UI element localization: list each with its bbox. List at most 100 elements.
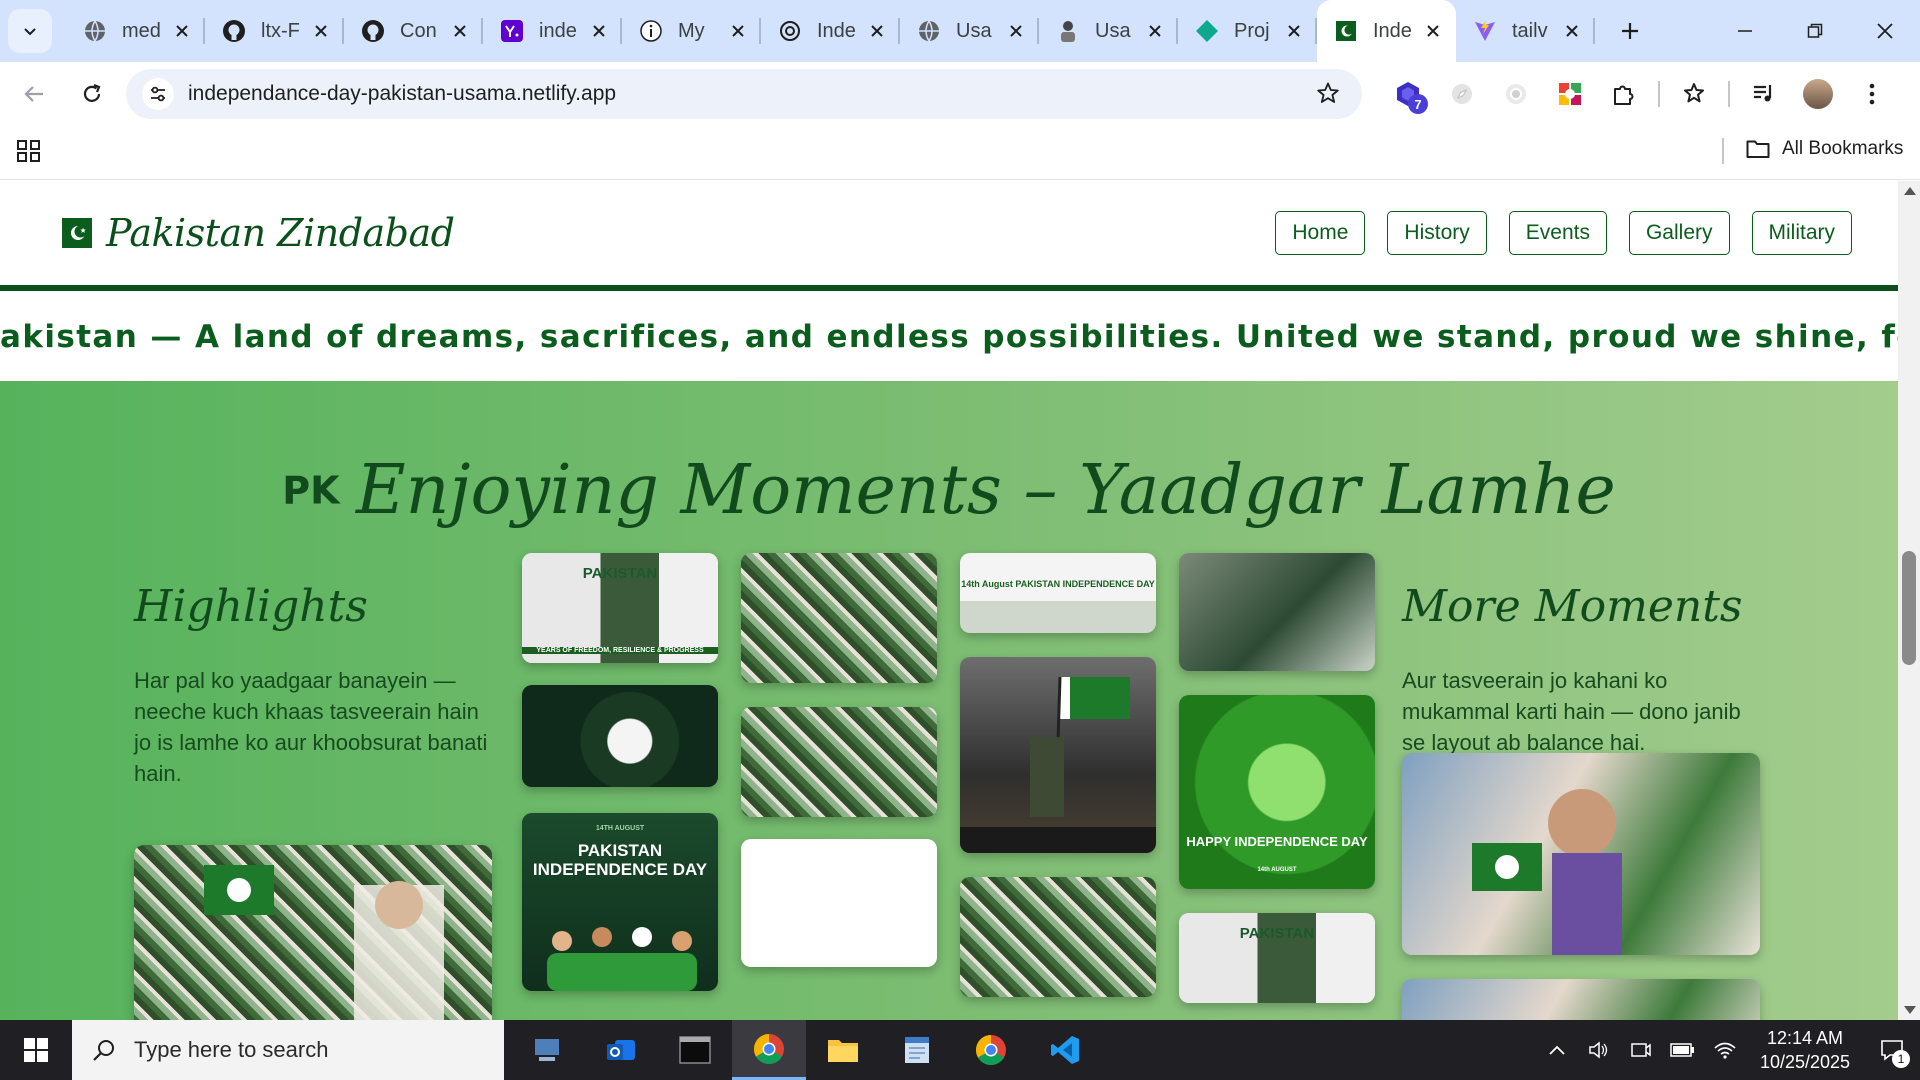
notification-center-button[interactable]: 1 [1864,1020,1920,1080]
apps-button[interactable] [16,138,42,169]
close-tab-icon[interactable] [449,20,471,42]
globe-icon [916,18,942,44]
gallery-photo-crowd-1[interactable] [741,553,937,683]
close-tab-icon[interactable] [310,20,332,42]
nav-history-link[interactable]: History [1387,211,1487,255]
bookmarks-manager-button[interactable] [1670,70,1718,118]
terminal-icon [679,1036,711,1064]
site-brand[interactable]: Pakistan Zindabad [62,211,455,255]
vscode-icon [1051,1036,1079,1064]
more-moments-photo-2[interactable] [1402,979,1760,1020]
people-illustration [547,927,697,991]
photo-caption-happy-independence: HAPPY INDEPENDENCE DAY [1186,834,1368,849]
taskbar-outlook[interactable] [584,1020,658,1080]
gallery-photo-flag[interactable] [522,685,718,787]
scroll-up-arrow[interactable] [1904,187,1916,195]
tab[interactable]: inde [483,0,622,62]
highlights-text: Har pal ko yaadgaar banayein — neeche ku… [134,668,488,786]
restore-button[interactable] [1780,0,1850,62]
scroll-thumb[interactable] [1902,551,1916,665]
extension-camera[interactable] [1492,70,1540,118]
url-text[interactable]: independance-day-pakistan-usama.netlify.… [188,82,616,106]
page-scrollbar[interactable] [1898,181,1920,1020]
tab[interactable]: Proj [1178,0,1317,62]
back-button[interactable] [10,70,58,118]
all-bookmarks-button[interactable]: All Bookmarks [1746,138,1903,160]
tray-overflow-button[interactable] [1536,1020,1578,1080]
gallery-photo-independence-poster[interactable]: 14TH AUGUST PAKISTAN INDEPENDENCE DAY [522,813,718,991]
network-button[interactable] [1704,1020,1746,1080]
nav-home-link[interactable]: Home [1275,211,1366,255]
close-window-button[interactable] [1850,0,1920,62]
profile-button[interactable] [1794,70,1842,118]
close-tab-icon[interactable] [727,20,749,42]
chrome-menu-button[interactable] [1848,70,1896,118]
gallery-photo-crowd-3[interactable] [960,877,1156,997]
close-tab-icon[interactable] [171,20,193,42]
gallery-photo-78-years-2[interactable]: PAKISTAN [1179,913,1375,1003]
battery-icon [1670,1043,1694,1057]
taskbar-task-view[interactable] [510,1020,584,1080]
tab-title: Usa [1095,19,1131,42]
start-button[interactable] [0,1020,72,1080]
tab-active[interactable]: Inde [1317,0,1456,62]
tab[interactable]: tailv [1456,0,1595,62]
close-tab-icon[interactable] [1561,20,1583,42]
volume-button[interactable] [1578,1020,1620,1080]
moments-section: PK Enjoying Moments – Yaadgar Lamhe High… [0,381,1898,1020]
gallery-photo-blank[interactable] [741,839,937,967]
minimize-button[interactable] [1710,0,1780,62]
bookmark-star-button[interactable] [1316,81,1340,110]
more-moments-text: Aur tasveerain jo kahani ko mukammal kar… [1402,668,1741,755]
close-tab-icon[interactable] [866,20,888,42]
scroll-down-arrow[interactable] [1904,1006,1916,1014]
gallery-photo-soldiers[interactable]: 14th August PAKISTAN INDEPENDENCE DAY [960,553,1156,633]
gallery-photo-78-years[interactable]: PAKISTAN YEARS OF FREEDOM, RESILIENCE & … [522,553,718,663]
taskbar-search[interactable]: Type here to search [72,1020,504,1080]
taskbar-chrome-active[interactable] [732,1020,806,1080]
nav-events-link[interactable]: Events [1508,211,1607,255]
search-icon [93,1040,114,1061]
tab[interactable]: Inde [761,0,900,62]
close-tab-icon[interactable] [1144,20,1166,42]
soldier-flag-graphic [960,676,1156,853]
taskbar-terminal[interactable] [658,1020,732,1080]
bookmarks-divider [1722,138,1724,164]
new-tab-button[interactable] [1607,8,1653,54]
close-tab-icon[interactable] [1422,20,1444,42]
taskbar-notepad[interactable] [880,1020,954,1080]
extension-hexagon[interactable]: 7 [1384,70,1432,118]
taskbar-file-explorer[interactable] [806,1020,880,1080]
tab[interactable]: Usa [1039,0,1178,62]
nav-gallery-link[interactable]: Gallery [1628,211,1730,255]
address-bar[interactable]: independance-day-pakistan-usama.netlify.… [126,69,1362,119]
tab[interactable]: Usa [900,0,1039,62]
gallery-photo-quaid[interactable] [1179,553,1375,671]
tab[interactable]: med [66,0,205,62]
meet-now-button[interactable] [1620,1020,1662,1080]
taskbar-clock[interactable]: 12:14 AM 10/25/2025 [1746,1026,1864,1074]
battery-button[interactable] [1662,1020,1704,1080]
extension-colorful[interactable] [1546,70,1594,118]
gallery-photo-soldier-flag[interactable] [960,657,1156,853]
taskbar-vscode[interactable] [1028,1020,1102,1080]
tab[interactable]: Con [344,0,483,62]
close-tab-icon[interactable] [1005,20,1027,42]
site-info-button[interactable] [142,78,174,110]
gallery-photo-happy-independence[interactable]: HAPPY INDEPENDENCE DAY 14th AUGUST [1179,695,1375,889]
close-tab-icon[interactable] [588,20,610,42]
tab-search-button[interactable] [8,9,52,53]
pakistan-flag-icon [62,218,92,248]
nav-military-link[interactable]: Military [1751,211,1852,255]
tab[interactable]: My [622,0,761,62]
reload-button[interactable] [68,70,116,118]
highlight-photo-crowd[interactable] [134,845,492,1020]
tab[interactable]: ltx-F [205,0,344,62]
more-moments-photo-kids[interactable] [1402,753,1760,955]
close-tab-icon[interactable] [1283,20,1305,42]
gallery-photo-crowd-2[interactable] [741,707,937,817]
extensions-menu-button[interactable] [1600,70,1648,118]
extension-compass[interactable] [1438,70,1486,118]
taskbar-chrome-2[interactable] [954,1020,1028,1080]
media-control-button[interactable] [1740,70,1788,118]
